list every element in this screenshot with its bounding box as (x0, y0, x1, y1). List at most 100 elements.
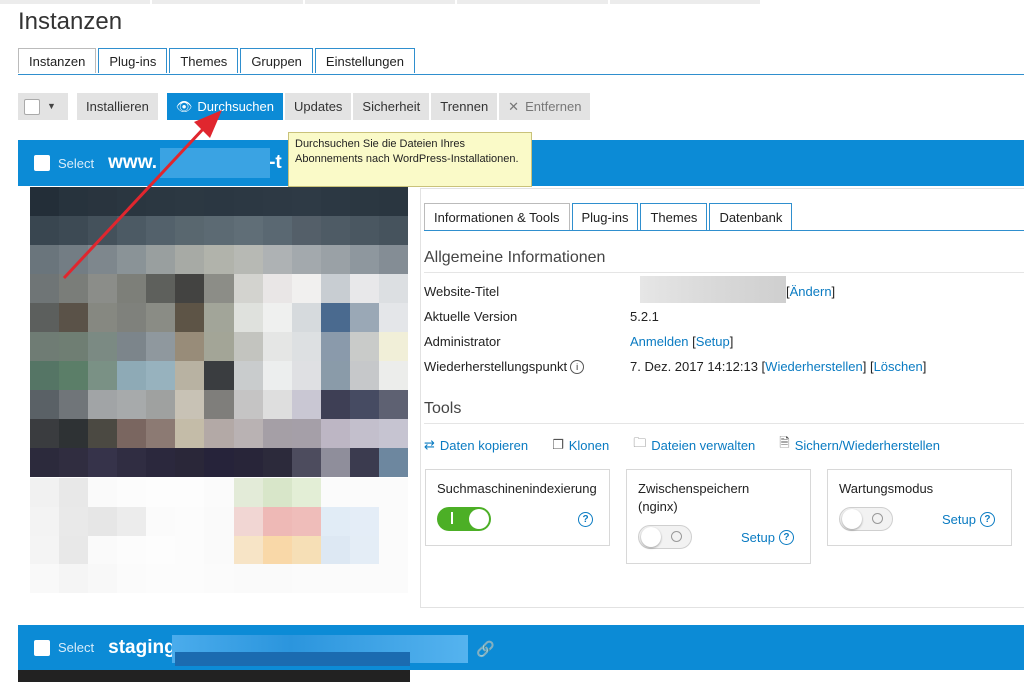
backup-icon: 🗎 (779, 435, 790, 450)
thumbnail-pixel (262, 274, 292, 303)
thumbnail-pixel (262, 419, 292, 448)
file-manager-tool[interactable]: 🗀 Dateien verwalten (633, 434, 755, 456)
thumbnail-pixel (30, 564, 60, 593)
thumbnail-pixel (320, 332, 350, 361)
thumbnail-pixel (117, 303, 147, 332)
instance-domain-prefix[interactable]: staging. (108, 637, 181, 659)
link-icon[interactable]: 🔗 (476, 640, 495, 658)
thumbnail-pixel (59, 390, 89, 419)
thumbnail-pixel (378, 564, 408, 593)
thumbnail-pixel (88, 216, 118, 245)
restore-link[interactable]: Wiederherstellen (765, 359, 863, 374)
thumbnail-pixel (349, 564, 379, 593)
maintenance-setup-link[interactable]: Setup? (942, 512, 995, 527)
cache-setup-link[interactable]: Setup? (741, 530, 794, 545)
thumbnail-pixel (88, 390, 118, 419)
backup-restore-label: Sichern/Wiederherstellen (794, 437, 940, 453)
updates-button[interactable]: Updates (285, 93, 352, 120)
maintenance-toggle[interactable] (839, 507, 893, 531)
admin-setup-link[interactable]: Setup (696, 334, 730, 349)
clone-icon: ❐ (552, 437, 564, 452)
version-value: 5.2.1 (630, 309, 659, 324)
thumbnail-pixel (378, 390, 408, 419)
tab-plugins[interactable]: Plug-ins (98, 48, 168, 73)
backup-restore-tool[interactable]: 🗎 Sichern/Wiederherstellen (779, 434, 940, 456)
select-label: Select (58, 640, 95, 655)
change-title-link: [Ändern] (786, 284, 836, 299)
thumbnail-pixel (146, 419, 176, 448)
indexing-help[interactable]: ? (578, 512, 593, 527)
instance-checkbox[interactable] (34, 155, 50, 171)
remove-button[interactable]: ✕ Entfernen (499, 93, 591, 120)
delete-link[interactable]: Löschen (874, 359, 923, 374)
site-screenshot-thumbnail-staging[interactable] (18, 670, 410, 682)
thumbnail-pixel (175, 303, 205, 332)
thumbnail-pixel (59, 564, 89, 593)
thumbnail-pixel (146, 535, 176, 565)
select-all-checkbox[interactable] (24, 98, 40, 115)
thumbnail-pixel (320, 274, 350, 303)
thumbnail-pixel (349, 506, 379, 536)
security-button[interactable]: Sicherheit (353, 93, 430, 120)
thumbnail-pixel (175, 448, 205, 477)
copy-data-tool[interactable]: ⇄ Daten kopieren (424, 434, 528, 456)
tab-einstellungen[interactable]: Einstellungen (314, 48, 415, 73)
thumbnail-pixel (117, 390, 147, 419)
thumbnail-pixel (262, 564, 292, 593)
thumbnail-pixel (30, 535, 60, 565)
instance-domain-prefix[interactable]: www. (108, 152, 157, 174)
thumbnail-pixel (146, 361, 176, 390)
thumbnail-pixel (175, 332, 205, 361)
change-link[interactable]: Ändern (790, 284, 832, 299)
cache-toggle[interactable] (638, 525, 692, 549)
thumbnail-pixel (204, 303, 234, 332)
instance-checkbox[interactable] (34, 639, 50, 656)
thumbnail-pixel (59, 187, 89, 216)
tab-themes[interactable]: Themes (169, 48, 239, 73)
tab-info-tools[interactable]: Informationen & Tools (424, 203, 570, 230)
thumbnail-pixel (262, 303, 292, 332)
thumbnail-pixel (30, 303, 60, 332)
login-link[interactable]: Anmelden (630, 334, 689, 349)
thumbnail-pixel (88, 535, 118, 565)
thumbnail-pixel (59, 478, 89, 507)
search-indexing-toggle[interactable] (437, 507, 491, 531)
thumbnail-pixel (30, 448, 60, 477)
select-all-dropdown[interactable]: ▼ (18, 93, 68, 120)
scan-button[interactable]: 👁 Durchsuchen (166, 93, 283, 120)
tab-detail-themes[interactable]: Themes (640, 203, 708, 230)
page-title: Instanzen (18, 8, 123, 35)
cache-setup-label: Setup (741, 530, 775, 545)
install-button[interactable]: Installieren (77, 93, 158, 120)
thumbnail-pixel (175, 361, 205, 390)
cache-label-line1: Zwischenspeichern (638, 481, 750, 496)
thumbnail-pixel (117, 216, 147, 245)
tab-gruppen[interactable]: Gruppen (240, 48, 313, 73)
toggle-off-mark (671, 531, 682, 542)
thumbnail-pixel (291, 303, 321, 332)
thumbnail-pixel (349, 303, 379, 332)
thumbnail-pixel (59, 303, 89, 332)
tabs-underline (18, 74, 1024, 75)
thumbnail-pixel (59, 448, 89, 477)
thumbnail-pixel (320, 564, 350, 593)
tools-heading: Tools (424, 400, 462, 417)
toggle-knob (469, 509, 489, 529)
info-icon[interactable]: i (570, 360, 585, 374)
clone-tool[interactable]: ❐ Klonen (552, 434, 609, 456)
thumbnail-pixel (59, 361, 89, 390)
thumbnail-pixel (117, 361, 147, 390)
thumbnail-pixel (175, 564, 205, 593)
thumbnail-pixel (59, 419, 89, 448)
thumbnail-pixel (117, 478, 147, 507)
maintenance-setup-label: Setup (942, 512, 976, 527)
tab-database[interactable]: Datenbank (709, 203, 793, 230)
site-screenshot-thumbnail[interactable] (30, 187, 408, 477)
tab-detail-plugins[interactable]: Plug-ins (571, 203, 639, 230)
thumbnail-pixel (233, 332, 263, 361)
thumbnail-pixel (233, 478, 263, 507)
instance-domain-suffix[interactable]: -t (269, 152, 282, 174)
detach-button[interactable]: Trennen (431, 93, 498, 120)
tab-instanzen[interactable]: Instanzen (18, 48, 97, 73)
thumbnail-pixel (349, 274, 379, 303)
